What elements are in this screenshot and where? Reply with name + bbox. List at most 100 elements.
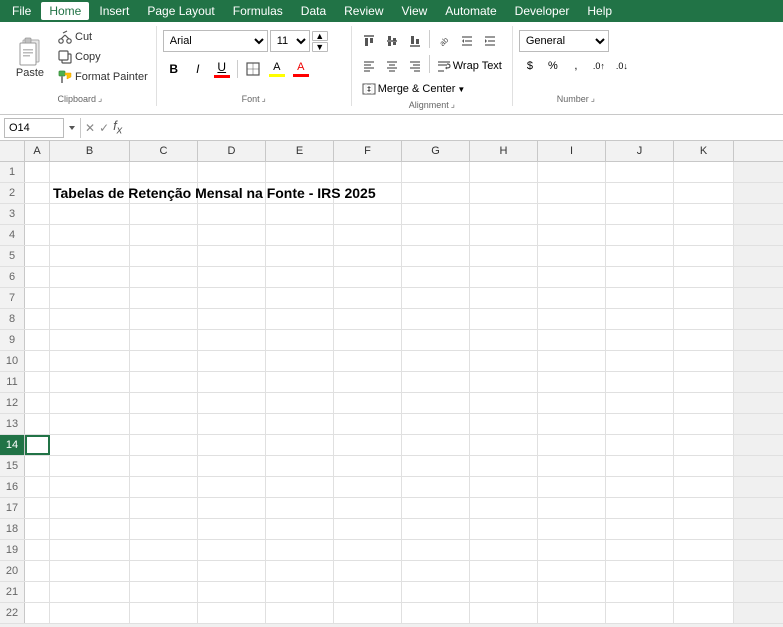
font-color-button[interactable]: A xyxy=(290,58,312,80)
cell-1-I[interactable] xyxy=(538,162,606,182)
row-num-8[interactable]: 8 xyxy=(0,309,25,329)
cell-reference-box[interactable]: O14 xyxy=(4,118,64,138)
cell-10-H[interactable] xyxy=(470,351,538,371)
cell-4-G[interactable] xyxy=(402,225,470,245)
cell-17-H[interactable] xyxy=(470,498,538,518)
menu-item-developer[interactable]: Developer xyxy=(507,2,578,20)
cell-9-I[interactable] xyxy=(538,330,606,350)
cell-21-G[interactable] xyxy=(402,582,470,602)
cell-9-A[interactable] xyxy=(25,330,50,350)
cell-10-C[interactable] xyxy=(130,351,198,371)
cell-6-D[interactable] xyxy=(198,267,266,287)
cell-7-F[interactable] xyxy=(334,288,402,308)
bold-button[interactable]: B xyxy=(163,58,185,80)
confirm-formula-icon[interactable]: ✓ xyxy=(99,121,109,135)
percent-button[interactable]: % xyxy=(542,55,564,77)
currency-button[interactable]: $ xyxy=(519,55,541,77)
cell-6-E[interactable] xyxy=(266,267,334,287)
menu-item-automate[interactable]: Automate xyxy=(437,2,504,20)
cut-button[interactable]: Cut xyxy=(54,28,152,46)
cell-3-B[interactable] xyxy=(50,204,130,224)
cell-22-B[interactable] xyxy=(50,603,130,623)
cell-16-D[interactable] xyxy=(198,477,266,497)
cell-13-E[interactable] xyxy=(266,414,334,434)
cell-12-H[interactable] xyxy=(470,393,538,413)
insert-function-icon[interactable]: fx xyxy=(113,118,122,137)
cell-8-K[interactable] xyxy=(674,309,734,329)
cell-19-B[interactable] xyxy=(50,540,130,560)
row-num-2[interactable]: 2 xyxy=(0,183,25,203)
cell-16-A[interactable] xyxy=(25,477,50,497)
cell-16-I[interactable] xyxy=(538,477,606,497)
decimal-decrease-button[interactable]: .0↓ xyxy=(611,55,633,77)
cell-3-D[interactable] xyxy=(198,204,266,224)
cell-18-B[interactable] xyxy=(50,519,130,539)
cell-21-C[interactable] xyxy=(130,582,198,602)
cell-6-A[interactable] xyxy=(25,267,50,287)
cell-18-A[interactable] xyxy=(25,519,50,539)
cell-9-B[interactable] xyxy=(50,330,130,350)
cell-16-J[interactable] xyxy=(606,477,674,497)
number-expand-icon[interactable]: ⌟ xyxy=(591,93,595,104)
cell-12-J[interactable] xyxy=(606,393,674,413)
cell-17-B[interactable] xyxy=(50,498,130,518)
cell-3-E[interactable] xyxy=(266,204,334,224)
cell-7-J[interactable] xyxy=(606,288,674,308)
comma-button[interactable]: , xyxy=(565,55,587,77)
cell-13-G[interactable] xyxy=(402,414,470,434)
cell-5-I[interactable] xyxy=(538,246,606,266)
row-num-11[interactable]: 11 xyxy=(0,372,25,392)
cell-22-H[interactable] xyxy=(470,603,538,623)
align-middle-button[interactable] xyxy=(381,30,403,52)
cell-3-H[interactable] xyxy=(470,204,538,224)
cell-6-H[interactable] xyxy=(470,267,538,287)
cell-13-D[interactable] xyxy=(198,414,266,434)
row-num-12[interactable]: 12 xyxy=(0,393,25,413)
cell-14-G[interactable] xyxy=(402,435,470,455)
cell-1-D[interactable] xyxy=(198,162,266,182)
cell-8-C[interactable] xyxy=(130,309,198,329)
cell-17-J[interactable] xyxy=(606,498,674,518)
cell-16-B[interactable] xyxy=(50,477,130,497)
cell-16-F[interactable] xyxy=(334,477,402,497)
menu-item-data[interactable]: Data xyxy=(293,2,334,20)
fill-color-button[interactable]: A xyxy=(266,58,288,80)
cell-22-I[interactable] xyxy=(538,603,606,623)
cell-14-B[interactable] xyxy=(50,435,130,455)
cell-8-F[interactable] xyxy=(334,309,402,329)
cell-5-A[interactable] xyxy=(25,246,50,266)
cell-15-D[interactable] xyxy=(198,456,266,476)
col-header-a[interactable]: A xyxy=(25,141,50,161)
cell-1-B[interactable] xyxy=(50,162,130,182)
row-num-3[interactable]: 3 xyxy=(0,204,25,224)
cell-6-I[interactable] xyxy=(538,267,606,287)
row-num-5[interactable]: 5 xyxy=(0,246,25,266)
cell-19-A[interactable] xyxy=(25,540,50,560)
cell-19-F[interactable] xyxy=(334,540,402,560)
row-num-21[interactable]: 21 xyxy=(0,582,25,602)
cell-14-A[interactable] xyxy=(25,435,50,455)
cell-5-D[interactable] xyxy=(198,246,266,266)
row-num-4[interactable]: 4 xyxy=(0,225,25,245)
cell-5-B[interactable] xyxy=(50,246,130,266)
cell-10-J[interactable] xyxy=(606,351,674,371)
cell-17-C[interactable] xyxy=(130,498,198,518)
cell-11-C[interactable] xyxy=(130,372,198,392)
cell-20-E[interactable] xyxy=(266,561,334,581)
menu-item-formulas[interactable]: Formulas xyxy=(225,2,291,20)
cell-5-F[interactable] xyxy=(334,246,402,266)
font-size-increase[interactable]: ▲ xyxy=(312,31,328,41)
cell-8-G[interactable] xyxy=(402,309,470,329)
cell-13-H[interactable] xyxy=(470,414,538,434)
cell-16-C[interactable] xyxy=(130,477,198,497)
cell-2-G[interactable] xyxy=(402,183,470,203)
cell-14-F[interactable] xyxy=(334,435,402,455)
cell-8-E[interactable] xyxy=(266,309,334,329)
cancel-formula-icon[interactable]: ✕ xyxy=(85,121,95,135)
cell-1-G[interactable] xyxy=(402,162,470,182)
cell-4-F[interactable] xyxy=(334,225,402,245)
cell-12-B[interactable] xyxy=(50,393,130,413)
cell-13-F[interactable] xyxy=(334,414,402,434)
col-header-j[interactable]: J xyxy=(606,141,674,161)
cell-11-K[interactable] xyxy=(674,372,734,392)
